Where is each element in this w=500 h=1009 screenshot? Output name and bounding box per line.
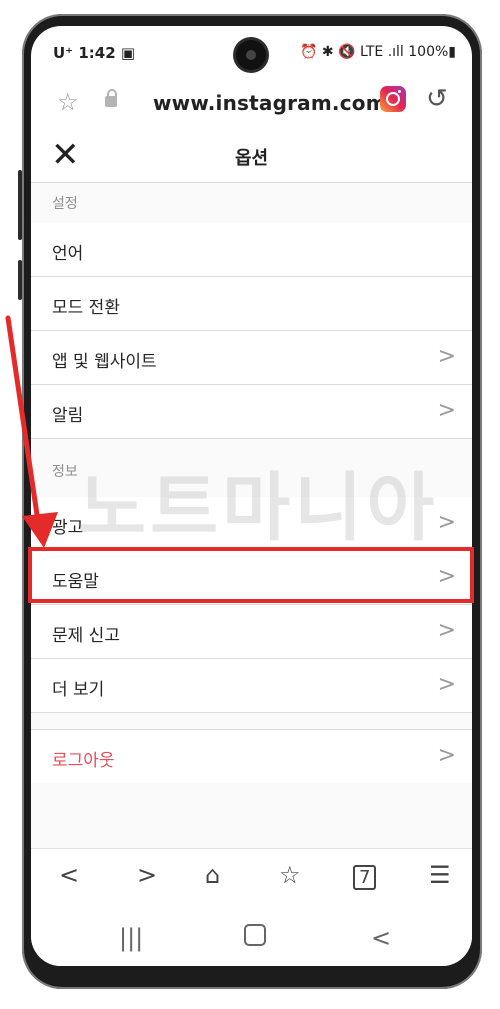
url-text[interactable]: www.instagram.com (153, 91, 387, 115)
menu-item-label: 모드 전환 (52, 298, 120, 318)
side-button (18, 260, 22, 300)
instagram-icon[interactable] (380, 86, 406, 112)
page-title: 옵션 (234, 148, 269, 169)
status-right: ⏰ ✱ 🔇 LTE .ıll 100%▮ (300, 44, 456, 60)
system-back-icon[interactable]: < (371, 924, 391, 952)
menu-item-label: 알림 (52, 406, 84, 426)
front-camera (236, 40, 266, 70)
highlight-box (28, 547, 474, 603)
chevron-right-icon: > (437, 510, 456, 535)
tabs-icon[interactable]: 7 (353, 865, 377, 890)
volume-button (18, 170, 22, 240)
menu-item-mode-switch[interactable]: 모드 전환 (31, 277, 472, 331)
chevron-right-icon: > (437, 398, 456, 423)
logout-label: 로그아웃 (52, 751, 115, 771)
browser-bottom-toolbar: < > ⌂ ☆ 7 ☰ (31, 848, 472, 911)
menu-item-logout[interactable]: 로그아웃 > (31, 729, 472, 784)
home-button-icon[interactable] (244, 924, 266, 946)
chevron-right-icon: > (437, 344, 456, 369)
menu-item-label: 문제 신고 (52, 626, 120, 646)
options-header: ✕ 옵션 (31, 130, 472, 183)
menu-item-label: 앱 및 웹사이트 (52, 352, 157, 372)
chevron-right-icon: > (437, 618, 456, 643)
chevron-right-icon: > (437, 743, 456, 768)
menu-item-apps-websites[interactable]: 앱 및 웹사이트 > (31, 331, 472, 385)
bookmarks-icon[interactable]: ☆ (279, 861, 301, 889)
chevron-right-icon: > (437, 672, 456, 697)
menu-item-notifications[interactable]: 알림 > (31, 385, 472, 439)
bookmark-star-icon[interactable]: ☆ (57, 88, 79, 116)
section-header-label: 정보 (52, 464, 78, 480)
section-header-label: 설정 (52, 196, 78, 212)
status-bar: U⁺ 1:42 ▣ ⏰ ✱ 🔇 LTE .ıll 100%▮ (31, 26, 472, 82)
forward-icon[interactable]: > (137, 861, 157, 889)
system-navigation-bar: ||| < (31, 910, 472, 966)
recent-apps-icon[interactable]: ||| (119, 924, 143, 952)
empty-area (31, 783, 472, 848)
menu-item-language[interactable]: 언어 (31, 223, 472, 277)
lock-icon (105, 89, 117, 107)
back-icon[interactable]: < (59, 861, 79, 889)
reload-icon[interactable]: ↺ (426, 84, 448, 114)
menu-item-label: 언어 (52, 244, 84, 264)
watermark: 노트마니아 (78, 465, 439, 551)
section-header-settings: 설정 (31, 183, 472, 224)
menu-icon[interactable]: ☰ (429, 861, 451, 889)
section-gap (31, 713, 472, 729)
menu-item-report-problem[interactable]: 문제 신고 > (31, 605, 472, 659)
menu-item-more[interactable]: 더 보기 > (31, 659, 472, 713)
status-left: U⁺ 1:42 ▣ (53, 44, 136, 62)
home-icon[interactable]: ⌂ (205, 861, 220, 889)
menu-item-label: 더 보기 (52, 680, 105, 700)
